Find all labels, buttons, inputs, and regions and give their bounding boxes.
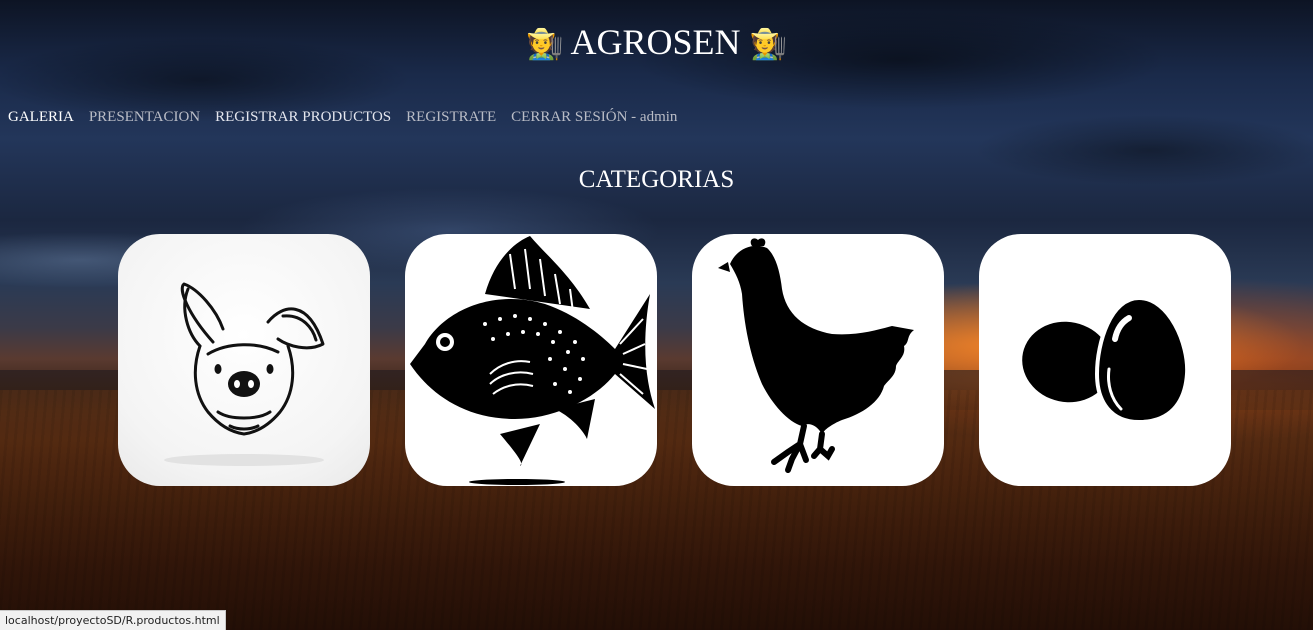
category-card-fish[interactable] (405, 234, 657, 486)
nav-presentacion[interactable]: PRESENTACION (89, 108, 200, 126)
main-nav: GALERIA PRESENTACION REGISTRAR PRODUCTOS… (8, 108, 677, 126)
fish-icon (410, 236, 655, 485)
hen-icon (718, 238, 914, 473)
category-card-eggs[interactable] (979, 234, 1231, 486)
nav-registrar-productos[interactable]: REGISTRAR PRODUCTOS (215, 108, 391, 126)
nav-registrate[interactable]: REGISTRATE (406, 108, 496, 126)
pig-icon (164, 282, 325, 466)
farmer-icon: 🧑‍🌾 (526, 27, 564, 62)
browser-status-bar: localhost/proyectoSD/R.productos.html (0, 610, 226, 630)
category-card-hen[interactable] (692, 234, 944, 486)
section-title: CATEGORIAS (578, 166, 735, 193)
page-title: 🧑‍🌾 AGROSEN 🧑‍🌾 (0, 20, 1313, 67)
nav-galeria[interactable]: GALERIA (8, 108, 74, 126)
farmer-icon: 🧑‍🌾 (749, 27, 787, 62)
eggs-icon (1022, 295, 1190, 425)
site-name: AGROSEN (570, 22, 741, 62)
category-gallery (118, 234, 1231, 486)
nav-cerrar-sesion[interactable]: CERRAR SESIÓN - admin (511, 108, 677, 126)
category-card-pig[interactable] (118, 234, 370, 486)
